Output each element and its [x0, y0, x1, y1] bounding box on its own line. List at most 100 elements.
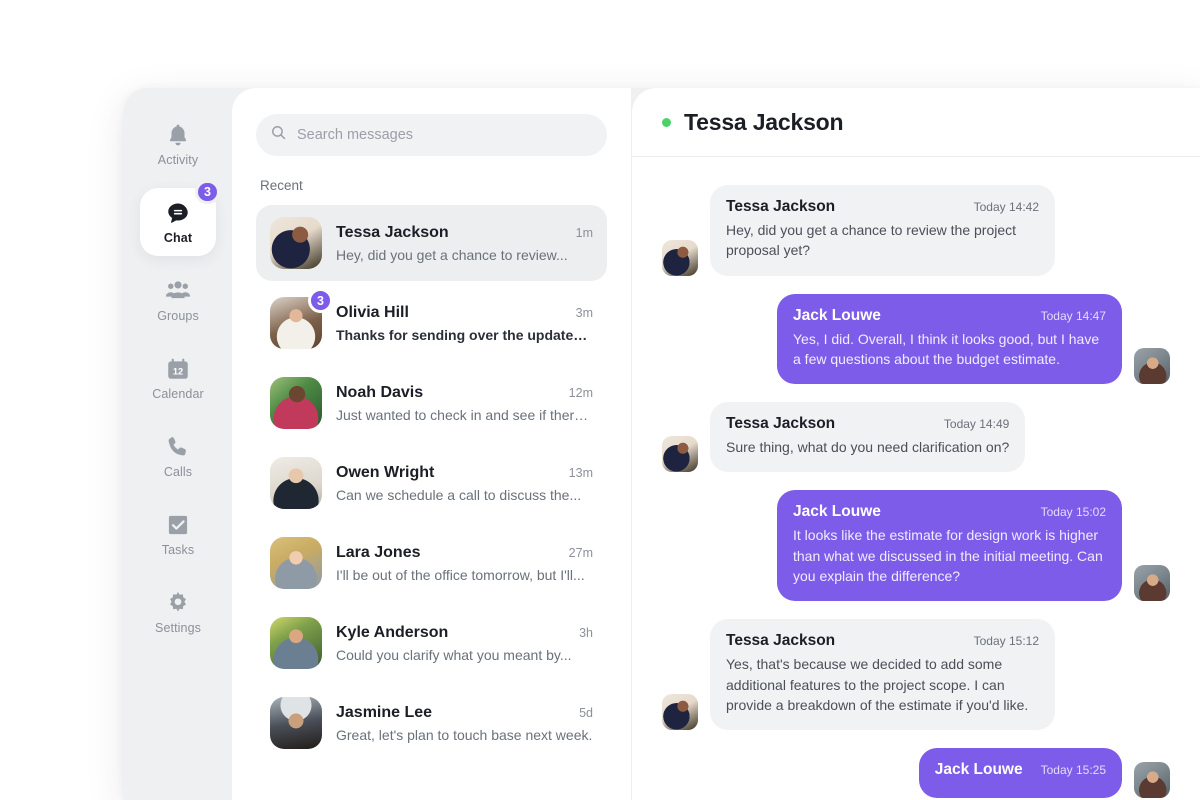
- message-sender: Jack Louwe: [793, 306, 881, 324]
- message-meta: Tessa Jackson Today 14:42: [726, 198, 1039, 216]
- conversation-item[interactable]: 3 Olivia Hill 3m Thanks for sending over th…: [256, 285, 607, 361]
- message-sender: Jack Louwe: [793, 503, 881, 521]
- avatar-wrapper: [270, 377, 322, 429]
- conversation-item[interactable]: Lara Jones 27m I'll be out of the office t…: [256, 525, 607, 601]
- conversation-body: Jasmine Lee 5d Great, let's plan to touch …: [336, 704, 593, 743]
- sidebar-item-label: Groups: [157, 308, 199, 323]
- conversation-timestamp: 12m: [568, 385, 593, 400]
- avatar: [270, 217, 322, 269]
- avatar: [270, 377, 322, 429]
- chat-header: Tessa Jackson: [632, 88, 1200, 157]
- avatar: [270, 457, 322, 509]
- conversation-header-row: Tessa Jackson 1m: [336, 224, 593, 242]
- conversation-list-panel: Recent Tessa Jackson 1m Hey, did you get a…: [232, 88, 631, 800]
- conversation-preview: Could you clarify what you meant by...: [336, 646, 572, 663]
- avatar: [270, 697, 322, 749]
- phone-icon: [165, 434, 191, 460]
- conversation-timestamp: 27m: [568, 545, 593, 560]
- conversation-item[interactable]: Jasmine Lee 5d Great, let's plan to touch …: [256, 685, 607, 761]
- message-text: It looks like the estimate for design wo…: [793, 527, 1103, 585]
- search-input[interactable]: [297, 127, 593, 143]
- tasks-check-icon: [165, 512, 191, 538]
- message-avatar: [662, 239, 698, 276]
- sidebar-item-calendar[interactable]: 12 Calendar: [140, 344, 216, 412]
- conversation-name: Tessa Jackson: [336, 223, 449, 241]
- message-timestamp: Today 14:42: [973, 200, 1039, 214]
- conversation-timestamp: 1m: [575, 225, 593, 240]
- message-row: Jack Louwe Today 15:02 It looks like the e…: [662, 490, 1170, 602]
- message-bubble[interactable]: Tessa Jackson Today 14:49 Sure thing, what…: [710, 402, 1026, 473]
- bell-icon: [165, 122, 191, 148]
- message-bubble[interactable]: Tessa Jackson Today 15:12 Yes, that's beca…: [710, 619, 1055, 731]
- conversation-preview: Can we schedule a call to discuss the...: [336, 486, 582, 503]
- avatar-wrapper: [270, 617, 322, 669]
- conversation-body: Owen Wright 13m Can we schedule a call to …: [336, 464, 593, 503]
- message-thread: Tessa Jackson Today 14:42 Hey, did you get…: [632, 157, 1200, 800]
- message-meta: Tessa Jackson Today 14:49: [726, 415, 1009, 433]
- conversation-name: Noah Davis: [336, 383, 424, 401]
- message-avatar: [662, 436, 698, 473]
- conversation-preview: Just wanted to check in and see if there…: [336, 406, 593, 423]
- avatar-wrapper: [270, 217, 322, 269]
- conversation-header-row: Olivia Hill 3m: [336, 304, 593, 322]
- message-sender: Tessa Jackson: [726, 632, 836, 650]
- sidebar-unread-badge: 3: [195, 180, 220, 204]
- message-timestamp: Today 14:47: [1040, 308, 1106, 323]
- message-avatar: [1134, 762, 1170, 799]
- message-timestamp: Today 14:49: [943, 417, 1010, 432]
- message-bubble[interactable]: Tessa Jackson Today 14:42 Hey, did you get…: [710, 185, 1055, 276]
- sidebar-item-calls[interactable]: Calls: [140, 422, 216, 490]
- people-group-icon: [165, 278, 191, 304]
- sidebar-item-label: Settings: [155, 620, 201, 635]
- gear-icon: [165, 590, 191, 616]
- message-text: Yes, I did. Overall, I think it looks go…: [793, 330, 1100, 367]
- conversation-item[interactable]: Kyle Anderson 3h Could you clarify what yo…: [256, 605, 607, 681]
- conversation-timestamp: 3m: [575, 305, 593, 320]
- avatar-wrapper: [270, 697, 322, 749]
- sidebar-item-label: Chat: [163, 230, 193, 245]
- sidebar-item-settings[interactable]: Settings: [140, 578, 216, 646]
- sidebar-item-label: Calendar: [152, 386, 204, 401]
- conversation-list: Tessa Jackson 1m Hey, did you get a chance…: [256, 205, 607, 761]
- conversation-item[interactable]: Owen Wright 13m Can we schedule a call to …: [256, 445, 607, 521]
- sidebar-item-label: Tasks: [161, 542, 195, 557]
- message-timestamp: Today 15:02: [1040, 505, 1106, 520]
- conversation-name: Owen Wright: [336, 463, 435, 481]
- conversation-name: Kyle Anderson: [336, 623, 449, 641]
- avatar: [270, 617, 322, 669]
- message-text: Hey, did you get a chance to review the …: [726, 222, 1017, 259]
- conversation-header-row: Owen Wright 13m: [336, 464, 593, 482]
- message-meta: Tessa Jackson Today 15:12: [726, 632, 1039, 650]
- message-sender: Tessa Jackson: [726, 415, 836, 433]
- conversation-header-row: Noah Davis 12m: [336, 384, 593, 402]
- message-timestamp: Today 15:25: [1040, 763, 1106, 778]
- conversation-preview: I'll be out of the office tomorrow, but …: [336, 566, 585, 583]
- conversation-item[interactable]: Tessa Jackson 1m Hey, did you get a chance…: [256, 205, 607, 281]
- message-row: Tessa Jackson Today 14:42 Hey, did you get…: [662, 185, 1170, 276]
- message-bubble[interactable]: Jack Louwe Today 15:25: [918, 748, 1122, 799]
- sidebar-item-groups[interactable]: Groups: [140, 266, 216, 334]
- conversation-preview: Hey, did you get a chance to review...: [336, 246, 568, 263]
- conversation-timestamp: 3h: [579, 625, 593, 640]
- conversation-name: Olivia Hill: [336, 303, 409, 321]
- message-text: Yes, that's because we decided to add so…: [726, 656, 1029, 713]
- chat-app-window: Activity Chat 3 Groups 12 Calendar Calls Tasks S…: [124, 88, 1200, 800]
- avatar-wrapper: [270, 457, 322, 509]
- avatar-wrapper: 3: [270, 288, 333, 349]
- sidebar-item-chat[interactable]: Chat 3: [140, 180, 220, 256]
- message-bubble[interactable]: Jack Louwe Today 15:02 It looks like the e…: [777, 490, 1122, 602]
- conversation-body: Kyle Anderson 3h Could you clarify what yo…: [336, 624, 593, 663]
- conversation-preview: Great, let's plan to touch base next wee…: [336, 726, 593, 743]
- search-bar[interactable]: [256, 114, 607, 156]
- message-sender: Tessa Jackson: [726, 198, 836, 215]
- message-meta: Jack Louwe Today 14:47: [793, 307, 1106, 325]
- conversation-body: Tessa Jackson 1m Hey, did you get a chance…: [336, 224, 593, 263]
- conversation-header-row: Lara Jones 27m: [336, 544, 593, 562]
- conversation-item[interactable]: Noah Davis 12m Just wanted to check in and…: [256, 365, 607, 441]
- message-row: Tessa Jackson Today 14:49 Sure thing, what…: [662, 402, 1170, 473]
- sidebar-item-activity[interactable]: Activity: [140, 110, 216, 178]
- sidebar-item-tasks[interactable]: Tasks: [140, 500, 216, 568]
- sidebar-nav: Activity Chat 3 Groups 12 Calendar Calls Tasks S…: [124, 88, 232, 800]
- conversation-unread-badge: 3: [308, 288, 333, 313]
- message-bubble[interactable]: Jack Louwe Today 14:47 Yes, I did. Overall…: [777, 293, 1122, 385]
